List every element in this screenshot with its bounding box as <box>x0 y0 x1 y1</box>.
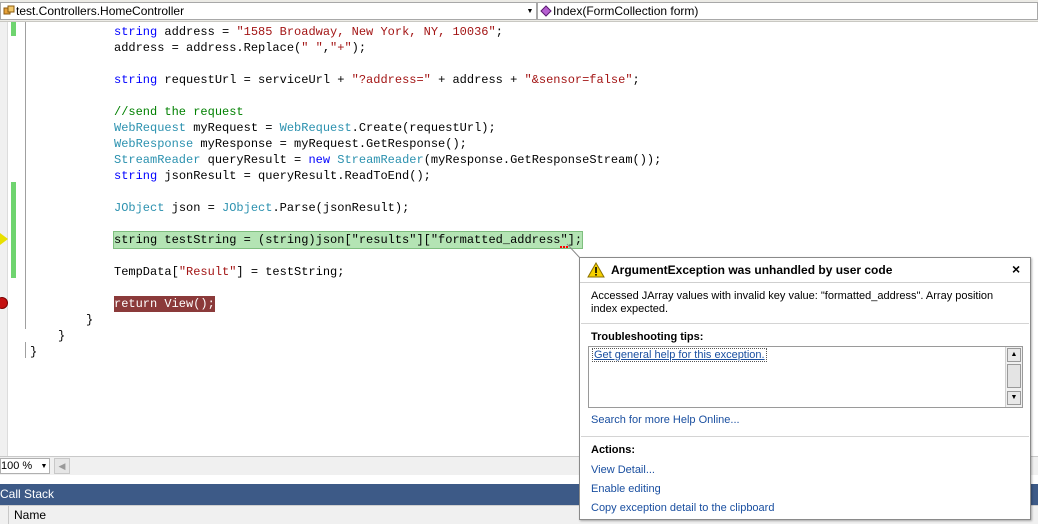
code-line[interactable]: WebRequest myRequest = WebRequest.Create… <box>114 120 496 136</box>
vertical-scrollbar[interactable]: ▲ ▼ <box>1005 347 1022 407</box>
code-line[interactable]: string jsonResult = queryResult.ReadToEn… <box>114 168 431 184</box>
close-icon[interactable]: × <box>1012 261 1020 277</box>
string-literal: "?address=" <box>351 73 431 87</box>
exception-title: ArgumentException was unhandled by user … <box>611 263 893 277</box>
code-text: myResponse = myRequest.GetResponse(); <box>193 137 467 151</box>
code-text: ; <box>632 73 640 87</box>
code-text: TempData[ <box>114 265 179 279</box>
exception-header: ArgumentException was unhandled by user … <box>580 258 1030 283</box>
scroll-up-icon[interactable]: ▲ <box>1007 348 1021 362</box>
type-name: WebRequest <box>279 121 352 135</box>
code-line[interactable]: } <box>86 312 93 328</box>
zoom-value: 100 % <box>1 460 33 472</box>
code-text: json = <box>164 201 223 215</box>
code-comment: //send the request <box>114 105 244 119</box>
code-line[interactable]: string address = "1585 Broadway, New Yor… <box>114 24 503 40</box>
code-text: } <box>30 345 38 359</box>
code-line[interactable]: } <box>58 328 65 344</box>
troubleshooting-list[interactable]: Get general help for this exception. ▲ ▼ <box>588 346 1023 408</box>
string-literal: "+" <box>330 41 352 55</box>
member-selector[interactable]: Index(FormCollection form) <box>537 2 1038 20</box>
general-help-link[interactable]: Get general help for this exception. <box>592 348 767 362</box>
outline-guide <box>25 342 26 358</box>
exception-message: Accessed JArray values with invalid key … <box>591 290 994 315</box>
search-help-online-link[interactable]: Search for more Help Online... <box>591 414 740 426</box>
code-line[interactable]: //send the request <box>114 104 244 120</box>
type-name: JObject <box>222 201 273 215</box>
code-text: } <box>58 329 66 343</box>
type-name: WebResponse <box>114 137 194 151</box>
copy-exception-link[interactable]: Copy exception detail to the clipboard <box>591 502 774 514</box>
code-text: ; <box>495 25 503 39</box>
code-text: myRequest = <box>186 121 280 135</box>
type-name: StreamReader <box>114 153 201 167</box>
exception-helper: ArgumentException was unhandled by user … <box>579 257 1031 520</box>
method-icon <box>539 4 553 18</box>
code-text: requestUrl = serviceUrl + <box>157 73 352 87</box>
keyword: new <box>308 153 331 167</box>
breakpoint-line[interactable]: return View(); <box>114 296 215 312</box>
code-text: string testString = (string)json["result… <box>114 233 583 247</box>
warning-icon <box>587 262 605 278</box>
code-text: ); <box>351 41 367 55</box>
troubleshooting-header: Troubleshooting tips: <box>591 331 704 343</box>
code-text: queryResult = <box>200 153 309 167</box>
code-text: (myResponse.GetResponseStream()); <box>423 153 662 167</box>
change-marker <box>11 182 16 278</box>
string-literal: "Result" <box>178 265 237 279</box>
code-text: address = address.Replace( <box>114 41 302 55</box>
code-line[interactable]: TempData["Result"] = testString; <box>114 264 344 280</box>
current-statement-line[interactable]: string testString = (string)json["result… <box>113 231 584 249</box>
code-text: + address + <box>430 73 525 87</box>
keyword: string <box>114 25 158 39</box>
code-text: jsonResult = queryResult.ReadToEnd(); <box>157 169 431 183</box>
scroll-thumb[interactable] <box>1007 364 1021 388</box>
change-marker <box>11 22 16 36</box>
code-line[interactable]: string requestUrl = serviceUrl + "?addre… <box>114 72 640 88</box>
chevron-down-icon[interactable]: ▼ <box>39 463 49 470</box>
view-detail-link[interactable]: View Detail... <box>591 464 655 476</box>
scroll-down-icon[interactable]: ▼ <box>1007 391 1021 405</box>
chevron-down-icon[interactable]: ▼ <box>524 8 536 15</box>
code-text: } <box>86 313 94 327</box>
divider <box>581 323 1029 324</box>
class-selector[interactable]: test.Controllers.HomeController ▼ <box>0 2 537 20</box>
type-name: StreamReader <box>337 153 424 167</box>
type-name: JObject <box>114 201 165 215</box>
code-text: return View(); <box>114 297 215 311</box>
type-name: WebRequest <box>114 121 187 135</box>
string-literal: "1585 Broadway, New York, NY, 10036" <box>236 25 496 39</box>
scroll-left-icon[interactable]: ◀ <box>54 458 70 474</box>
divider <box>581 436 1029 437</box>
class-selector-label: test.Controllers.HomeController <box>16 4 185 18</box>
code-line[interactable]: address = address.Replace(" ","+"); <box>114 40 366 56</box>
zoom-selector[interactable]: 100 % ▼ <box>0 458 50 474</box>
string-literal: "&sensor=false" <box>524 73 633 87</box>
code-text: .Create(requestUrl); <box>351 121 496 135</box>
code-text: address = <box>157 25 237 39</box>
keyword: string <box>114 73 158 87</box>
class-icon <box>2 4 16 18</box>
code-text: .Parse(jsonResult); <box>272 201 410 215</box>
code-line[interactable]: WebResponse myResponse = myRequest.GetRe… <box>114 136 467 152</box>
member-selector-label: Index(FormCollection form) <box>553 4 699 18</box>
code-line[interactable]: StreamReader queryResult = new StreamRea… <box>114 152 661 168</box>
name-column-header[interactable]: Name <box>8 506 46 524</box>
code-line[interactable]: JObject json = JObject.Parse(jsonResult)… <box>114 200 409 216</box>
current-statement-arrow-icon[interactable] <box>0 233 8 245</box>
actions-header: Actions: <box>591 444 635 456</box>
outline-guide <box>25 22 26 329</box>
code-text: ] = testString; <box>236 265 345 279</box>
code-line[interactable]: } <box>30 344 37 360</box>
string-literal: " " <box>301 41 323 55</box>
navigation-bar: test.Controllers.HomeController ▼ Index(… <box>0 0 1038 22</box>
keyword: string <box>114 169 158 183</box>
enable-editing-link[interactable]: Enable editing <box>591 483 661 495</box>
code-text: , <box>322 41 331 55</box>
